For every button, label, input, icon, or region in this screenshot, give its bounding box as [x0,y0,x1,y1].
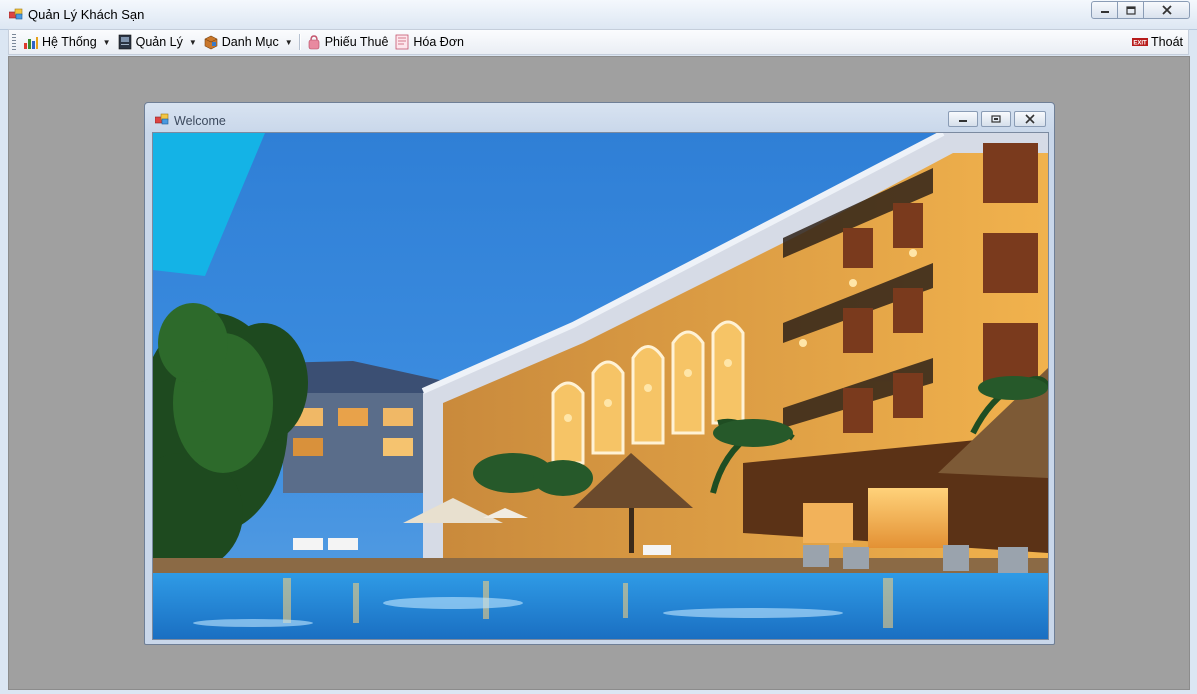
child-close-button[interactable] [1014,111,1046,127]
toolstrip-grip[interactable] [12,34,16,50]
welcome-window[interactable]: Welcome [144,102,1055,645]
system-chart-icon [24,37,38,49]
maximize-icon [1125,5,1136,15]
menu-label: Thoát [1151,35,1183,49]
hotel-pool-night-photo [152,132,1049,640]
minimize-icon [1100,11,1109,13]
manage-book-icon [118,34,131,50]
child-minimize-button[interactable] [948,111,978,127]
menu-separator [298,34,300,50]
app-window-icon [9,8,23,20]
chevron-down-icon[interactable]: ▼ [103,38,111,47]
menu-item-hoa-don[interactable]: Hóa Đơn [391,31,467,53]
close-icon [1025,114,1035,124]
menu-strip: Hệ Thống ▼ Quản Lý ▼ Danh Mục ▼ Phiếu Th… [8,29,1189,55]
menu-item-danh-muc[interactable]: Danh Mục ▼ [200,31,296,53]
hotel-pool-night-photo-svg [153,133,1048,639]
menu-label: Hệ Thống [42,35,97,49]
invoice-icon [396,34,409,50]
rental-slip-icon [308,35,319,50]
minimize-icon [959,120,967,122]
menu-label: Phiếu Thuê [324,35,389,49]
menu-item-exit[interactable]: EXIT Thoát [1129,31,1186,53]
menu-label: Quản Lý [135,35,183,49]
child-window-title: Welcome [174,114,226,128]
minimize-button[interactable] [1091,1,1118,19]
close-button[interactable] [1143,1,1190,19]
svg-text:EXIT: EXIT [1133,41,1147,47]
chevron-down-icon[interactable]: ▼ [189,38,197,47]
restore-button[interactable] [1117,1,1144,19]
menu-item-phieu-thue[interactable]: Phiếu Thuê [303,31,392,53]
exit-icon: EXIT [1132,38,1149,47]
menu-item-quan-ly[interactable]: Quản Lý ▼ [114,31,200,53]
close-icon [1161,5,1172,15]
menu-item-he-thong[interactable]: Hệ Thống ▼ [20,31,114,53]
child-restore-button[interactable] [981,111,1011,127]
menu-label: Hóa Đơn [413,35,464,49]
menu-label: Danh Mục [221,35,279,49]
catalog-box-icon [204,35,218,50]
maximize-icon [991,115,1001,123]
chevron-down-icon[interactable]: ▼ [285,38,293,47]
child-window-icon [155,113,169,125]
title-bar[interactable]: Quản Lý Khách Sạn [0,0,1197,30]
window-title: Quản Lý Khách Sạn [28,7,145,22]
